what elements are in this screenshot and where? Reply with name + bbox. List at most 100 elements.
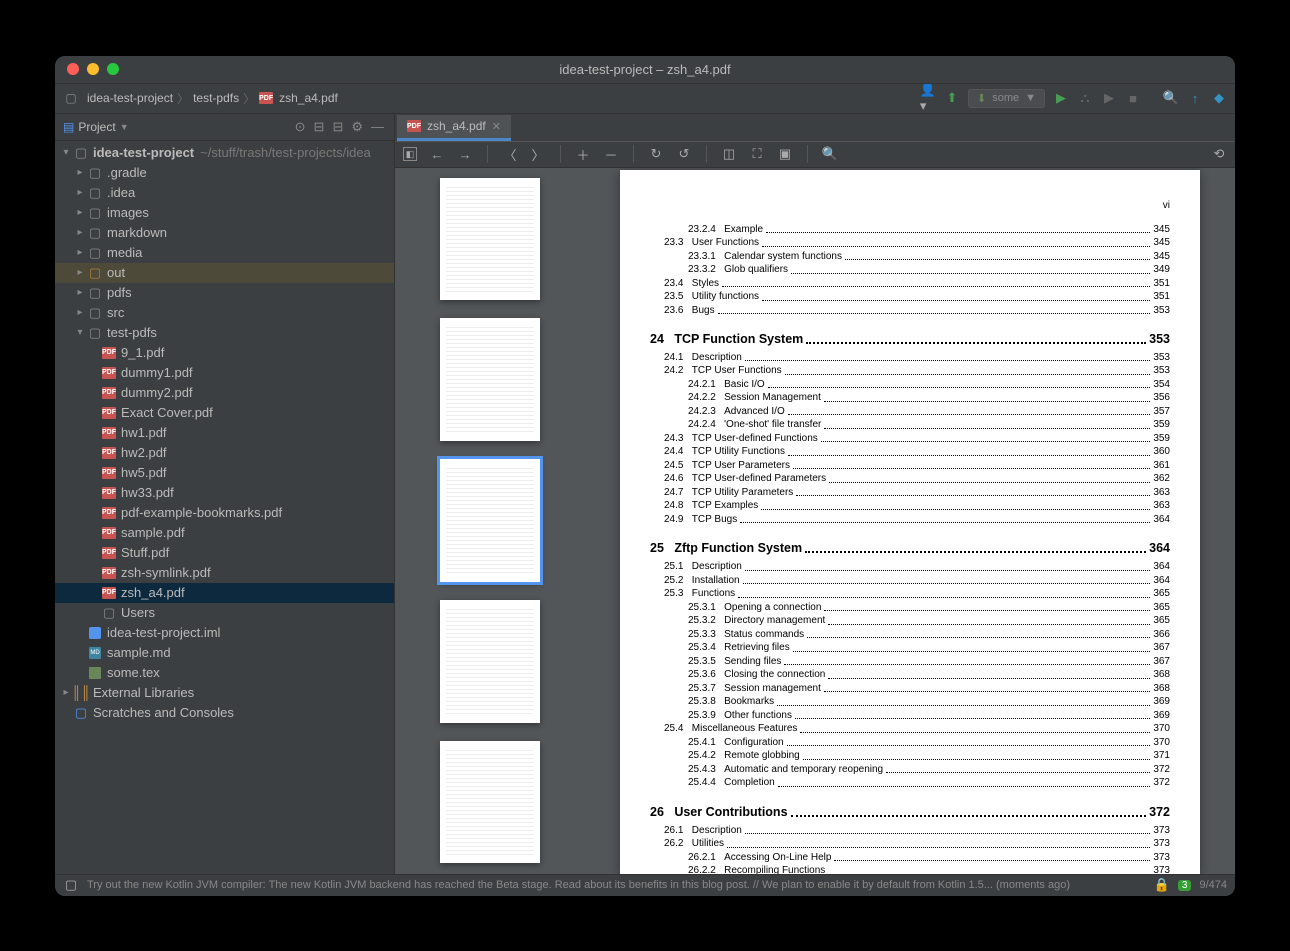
tree-folder[interactable]: ▸▢pdfs bbox=[55, 283, 394, 303]
thumbnail[interactable] bbox=[440, 318, 540, 441]
pdf-icon: PDF bbox=[101, 546, 117, 560]
tree-folder[interactable]: ▸▢.gradle bbox=[55, 163, 394, 183]
tree-folder-testpdfs[interactable]: ▾ ▢ test-pdfs bbox=[55, 323, 394, 343]
prev-page-icon[interactable]: 〈 bbox=[502, 146, 518, 162]
zoom-out-icon[interactable]: － bbox=[603, 146, 619, 162]
tex-icon bbox=[87, 666, 103, 680]
tree-scratches[interactable]: ▢ Scratches and Consoles bbox=[55, 703, 394, 723]
back-icon[interactable]: ← bbox=[429, 146, 445, 162]
tree-file-pdf[interactable]: PDFExact Cover.pdf bbox=[55, 403, 394, 423]
window-title: idea-test-project – zsh_a4.pdf bbox=[559, 62, 730, 77]
tree-file-pdf[interactable]: PDFStuff.pdf bbox=[55, 543, 394, 563]
tree-file-pdf[interactable]: PDFdummy2.pdf bbox=[55, 383, 394, 403]
toc-heading: 25 Zftp Function System 364 bbox=[650, 540, 1170, 557]
tree-folder[interactable]: ▸▢.idea bbox=[55, 183, 394, 203]
find-icon[interactable]: 🔍 bbox=[822, 146, 838, 162]
tree-file-pdf[interactable]: PDF9_1.pdf bbox=[55, 343, 394, 363]
tree-file-md[interactable]: MD sample.md bbox=[55, 643, 394, 663]
chevron-right-icon: ▸ bbox=[73, 287, 87, 298]
file-label: zsh_a4.pdf bbox=[121, 585, 185, 600]
project-name: idea-test-project bbox=[93, 145, 194, 160]
thumbnail[interactable] bbox=[440, 600, 540, 723]
tree-file-pdf[interactable]: PDFhw2.pdf bbox=[55, 443, 394, 463]
run-config-selector[interactable]: ⬇ some ▼ bbox=[968, 89, 1045, 108]
spread-icon[interactable]: ◫ bbox=[721, 146, 737, 162]
tree-file-pdf[interactable]: PDFzsh-symlink.pdf bbox=[55, 563, 394, 583]
fit-icon[interactable]: ▣ bbox=[777, 146, 793, 162]
folder-icon: ▢ bbox=[87, 266, 103, 280]
tree-folder[interactable]: ▸▢media bbox=[55, 243, 394, 263]
expand-all-icon[interactable]: ⊟ bbox=[312, 119, 327, 135]
tree-file-iml[interactable]: idea-test-project.iml bbox=[55, 623, 394, 643]
pdf-page-area[interactable]: vi 23.2.4 Example34523.3 User Functions3… bbox=[585, 168, 1235, 874]
tree-file-pdf[interactable]: PDFpdf-example-bookmarks.pdf bbox=[55, 503, 394, 523]
toc-entry: 23.3.1 Calendar system functions345 bbox=[650, 250, 1170, 264]
settings-icon[interactable]: ⚙ bbox=[349, 119, 365, 135]
hide-icon[interactable]: — bbox=[369, 119, 386, 134]
tree-folder[interactable]: ▸▢images bbox=[55, 203, 394, 223]
rotate-ccw-icon[interactable]: ↺ bbox=[676, 146, 692, 162]
file-label: pdf-example-bookmarks.pdf bbox=[121, 505, 282, 520]
tree-file-tex[interactable]: some.tex bbox=[55, 663, 394, 683]
tree-file-pdf[interactable]: PDFdummy1.pdf bbox=[55, 363, 394, 383]
thumbnail[interactable] bbox=[440, 178, 540, 301]
chevron-right-icon: ▸ bbox=[73, 187, 87, 198]
toc-entry: 23.4 Styles351 bbox=[650, 277, 1170, 291]
zoom-in-icon[interactable]: ＋ bbox=[575, 146, 591, 162]
sidebar-title[interactable]: Project bbox=[78, 120, 115, 134]
toc-heading: 26 User Contributions 372 bbox=[650, 804, 1170, 821]
debug-button[interactable]: ⛬ bbox=[1077, 90, 1093, 106]
folder-label: test-pdfs bbox=[107, 325, 157, 340]
tree-file-pdf[interactable]: PDFzsh_a4.pdf bbox=[55, 583, 394, 603]
search-icon[interactable]: 🔍 bbox=[1163, 90, 1179, 106]
stop-button[interactable]: ■ bbox=[1125, 90, 1141, 106]
thumbnail[interactable] bbox=[440, 741, 540, 864]
ide-icon[interactable]: ◆ bbox=[1211, 90, 1227, 106]
close-icon[interactable]: ✕ bbox=[492, 120, 501, 133]
collapse-all-icon[interactable]: ⊟ bbox=[330, 119, 345, 135]
toc-entry: 25.3.2 Directory management365 bbox=[650, 614, 1170, 628]
user-icon[interactable]: 👤▾ bbox=[920, 90, 936, 106]
crumb-file[interactable]: zsh_a4.pdf bbox=[279, 91, 338, 105]
tree-external-libs[interactable]: ▸ ║║ External Libraries bbox=[55, 683, 394, 703]
tree-project-root[interactable]: ▾ ▢ idea-test-project ~/stuff/trash/test… bbox=[55, 143, 394, 163]
thumbnail-panel[interactable] bbox=[395, 168, 585, 874]
toc-entry: 25.3.9 Other functions369 bbox=[650, 709, 1170, 723]
sync-icon[interactable]: ↑ bbox=[1187, 90, 1203, 106]
close-button[interactable] bbox=[67, 63, 79, 75]
build-button[interactable]: ⬆ bbox=[944, 90, 960, 106]
run-button[interactable]: ▶ bbox=[1053, 90, 1069, 106]
coverage-button[interactable]: ▶ bbox=[1101, 90, 1117, 106]
sidebar-toggle-icon[interactable]: ◧ bbox=[403, 147, 417, 161]
lock-icon[interactable]: 🔒 bbox=[1154, 877, 1170, 893]
notification-badge[interactable]: 3 bbox=[1178, 880, 1192, 891]
minimize-button[interactable] bbox=[87, 63, 99, 75]
rotate-cw-icon[interactable]: ↻ bbox=[648, 146, 664, 162]
tree-folder-users[interactable]: ▢ Users bbox=[55, 603, 394, 623]
tree-file-pdf[interactable]: PDFhw33.pdf bbox=[55, 483, 394, 503]
tree-file-pdf[interactable]: PDFhw1.pdf bbox=[55, 423, 394, 443]
thumbnail-selected[interactable] bbox=[440, 459, 540, 582]
editor-tabs: PDF zsh_a4.pdf ✕ bbox=[395, 114, 1235, 141]
next-page-icon[interactable]: 〉 bbox=[530, 146, 546, 162]
page-indicator: 9/474 bbox=[1199, 879, 1227, 891]
crumb-folder[interactable]: test-pdfs bbox=[193, 91, 239, 105]
tree-file-pdf[interactable]: PDFsample.pdf bbox=[55, 523, 394, 543]
maximize-button[interactable] bbox=[107, 63, 119, 75]
tree-folder[interactable]: ▸▢out bbox=[55, 263, 394, 283]
tool-windows-icon[interactable]: ▢ bbox=[63, 877, 79, 893]
toc-entry: 23.5 Utility functions351 bbox=[650, 290, 1170, 304]
select-opened-icon[interactable]: ⊙ bbox=[293, 119, 308, 135]
tab-zsh-pdf[interactable]: PDF zsh_a4.pdf ✕ bbox=[397, 115, 511, 141]
reload-icon[interactable]: ⟲ bbox=[1211, 146, 1227, 162]
tree-file-pdf[interactable]: PDFhw5.pdf bbox=[55, 463, 394, 483]
pdf-viewer: vi 23.2.4 Example34523.3 User Functions3… bbox=[395, 168, 1235, 874]
tree-folder[interactable]: ▸▢markdown bbox=[55, 223, 394, 243]
fullscreen-icon[interactable]: ⛶ bbox=[749, 146, 765, 162]
crumb-project[interactable]: idea-test-project bbox=[87, 91, 173, 105]
toc-entry: 26.2 Utilities373 bbox=[650, 837, 1170, 851]
file-label: 9_1.pdf bbox=[121, 345, 164, 360]
folder-label: .idea bbox=[107, 185, 135, 200]
tree-folder[interactable]: ▸▢src bbox=[55, 303, 394, 323]
forward-icon[interactable]: → bbox=[457, 146, 473, 162]
